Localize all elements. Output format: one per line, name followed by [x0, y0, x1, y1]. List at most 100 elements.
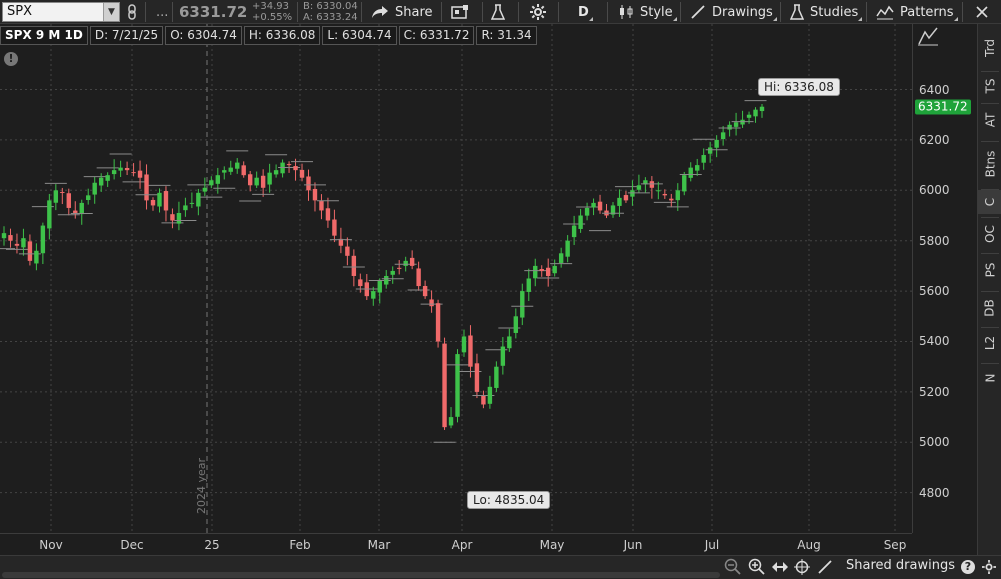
- close-icon[interactable]: [976, 0, 988, 24]
- price-axis[interactable]: 6400 6200 6000 5800 5600 5400 5200 5000 4800 633…: [912, 24, 976, 533]
- help-icon[interactable]: ?: [961, 560, 975, 574]
- candle-body: [73, 210, 78, 213]
- more-button[interactable]: ...: [156, 0, 168, 24]
- candle-body: [8, 235, 13, 241]
- panel-tab-oc[interactable]: OC: [978, 218, 1001, 250]
- zoom-out-icon[interactable]: [724, 558, 742, 576]
- candle-body: [319, 201, 324, 211]
- studies-button[interactable]: Studies: [790, 0, 863, 24]
- settings-button[interactable]: [530, 0, 546, 24]
- panel-tab-ts[interactable]: TS: [978, 72, 1001, 100]
- beaker-button[interactable]: [491, 0, 505, 24]
- panel-tab-trd[interactable]: Trd: [978, 32, 1001, 64]
- y-tick-5000: 5000: [919, 435, 950, 450]
- candle: [487, 375, 493, 409]
- link-icon[interactable]: [126, 0, 138, 24]
- candle-body: [170, 214, 175, 221]
- patterns-button[interactable]: Patterns: [876, 0, 958, 24]
- candle-body: [209, 180, 214, 186]
- candle: [170, 208, 175, 229]
- x-tick-25: 25: [204, 538, 220, 552]
- candle-body: [235, 162, 240, 169]
- panel-tab-ps[interactable]: PS: [978, 254, 1001, 286]
- candlestick-chart[interactable]: [0, 24, 912, 533]
- panel-tab-btns[interactable]: Btns: [978, 142, 1001, 186]
- candle-body: [325, 208, 331, 221]
- symbol-input[interactable]: SPX ▼: [2, 2, 120, 22]
- candle: [623, 191, 629, 203]
- candle-body: [701, 155, 706, 163]
- candle: [332, 209, 337, 243]
- settings-gear-icon[interactable]: [982, 560, 996, 574]
- drawing-line-icon[interactable]: [817, 559, 833, 575]
- candle: [267, 163, 272, 193]
- grid-layout-icon: [451, 5, 468, 19]
- candle-body: [435, 303, 441, 342]
- candle: [468, 325, 473, 378]
- candle: [578, 208, 583, 233]
- horizontal-scrollbar[interactable]: [2, 572, 720, 578]
- candle-body: [688, 167, 693, 178]
- panel-tab-db[interactable]: DB: [978, 292, 1001, 324]
- candle: [455, 349, 460, 423]
- candle: [196, 188, 201, 216]
- candle: [47, 193, 52, 240]
- candle-body: [1, 233, 7, 239]
- candle: [345, 237, 350, 266]
- candle-body: [202, 187, 208, 192]
- candle: [241, 161, 246, 178]
- zoom-in-icon[interactable]: [748, 558, 766, 576]
- candle-body: [176, 212, 182, 224]
- drawings-button[interactable]: Drawings: [690, 0, 777, 24]
- crosshair-icon[interactable]: [794, 559, 810, 575]
- candle-body: [584, 207, 590, 216]
- y-tick-5600: 5600: [919, 284, 950, 299]
- candle-body: [60, 191, 65, 193]
- y-tick-4800: 4800: [919, 485, 950, 500]
- panel-tab-at[interactable]: AT: [978, 104, 1001, 136]
- candle-body: [649, 181, 655, 188]
- candle-body: [578, 215, 583, 229]
- candle: [500, 337, 506, 375]
- panel-tab-c[interactable]: C: [978, 190, 1001, 214]
- candle: [682, 171, 687, 196]
- bar-low: L: 6304.74: [322, 26, 397, 45]
- candle-body: [429, 299, 434, 307]
- bar-open: O: 6304.74: [165, 26, 242, 45]
- pan-icon[interactable]: [771, 559, 789, 575]
- candle-body: [98, 177, 104, 186]
- panel-tab-n[interactable]: N: [978, 364, 1001, 392]
- time-axis[interactable]: Nov Dec 25 Feb Mar Apr May Jun Jul Aug Sep: [0, 533, 912, 555]
- candle-body: [733, 122, 739, 127]
- candle-body: [118, 167, 123, 171]
- candle-body: [630, 190, 635, 197]
- style-button[interactable]: Style: [618, 0, 677, 24]
- shared-drawings-button[interactable]: Shared drawings: [846, 558, 955, 573]
- candle: [157, 188, 162, 213]
- candle-body: [34, 250, 39, 264]
- share-button[interactable]: Share: [371, 0, 433, 24]
- candle-body: [487, 386, 493, 404]
- candle: [409, 250, 415, 270]
- last-price: 6331.72: [179, 3, 248, 21]
- candle: [260, 169, 266, 197]
- candle: [733, 112, 739, 136]
- candle: [1, 226, 7, 246]
- candle-body: [189, 202, 195, 204]
- candle-body: [500, 346, 506, 366]
- alert-icon[interactable]: !: [4, 52, 18, 66]
- candle-body: [662, 193, 668, 196]
- bottom-bar: Shared drawings ?: [0, 555, 1001, 579]
- candle-body: [571, 225, 577, 238]
- symbol-dropdown-button[interactable]: ▼: [103, 3, 119, 21]
- x-tick-aug: Aug: [797, 538, 821, 552]
- time-period-button[interactable]: D: [578, 0, 593, 24]
- candle: [34, 243, 39, 271]
- candle-body: [591, 202, 596, 208]
- candle-body: [558, 253, 564, 263]
- flexible-grid-button[interactable]: [451, 0, 469, 24]
- panel-tab-l2[interactable]: L2: [978, 328, 1001, 358]
- bar-date: D: 7/21/25: [89, 26, 164, 45]
- price-chart[interactable]: 2024 year Hi: 6336.08 Lo: 4835.04 !: [0, 24, 912, 533]
- candle-body: [312, 188, 318, 201]
